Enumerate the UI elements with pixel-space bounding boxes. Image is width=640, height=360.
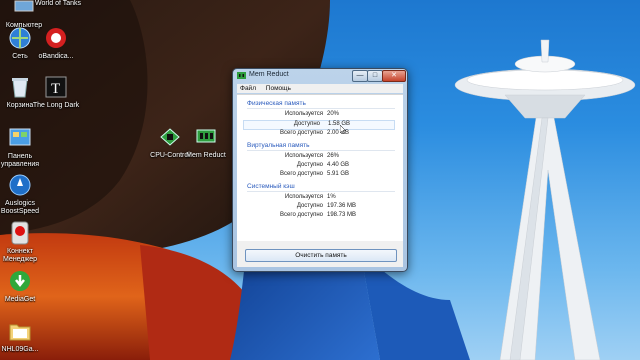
title-bar[interactable]: Mem Reduct — □ ✕ bbox=[233, 69, 407, 82]
row-label: Доступно bbox=[296, 162, 323, 168]
close-button[interactable]: ✕ bbox=[382, 70, 406, 82]
row-label: Используется bbox=[284, 194, 323, 200]
row-cache-total: Всего доступно 198.73 MB bbox=[237, 212, 403, 221]
mem-reduct-icon bbox=[193, 124, 219, 150]
row-label: Всего доступно bbox=[280, 130, 323, 136]
minimize-button[interactable]: — bbox=[352, 70, 368, 82]
row-value: 1% bbox=[327, 194, 336, 200]
app-icon bbox=[237, 72, 246, 79]
desktop-icon-label: World of Tanks bbox=[34, 0, 82, 7]
row-virtual-used: Используется 26% bbox=[237, 153, 403, 162]
row-label: Доступно bbox=[293, 121, 320, 127]
divider bbox=[247, 150, 395, 151]
folder-icon bbox=[7, 318, 33, 344]
auslogics-icon bbox=[7, 172, 33, 198]
desktop-icon-connect-manager[interactable]: Коннект Менеджер bbox=[0, 220, 42, 264]
row-value: 198.73 MB bbox=[327, 212, 357, 218]
control-panel-icon bbox=[7, 125, 33, 151]
clean-memory-button[interactable]: Очистить память bbox=[245, 249, 397, 262]
menu-bar: Файл Помощь bbox=[237, 84, 403, 93]
row-value: 197.36 MB bbox=[327, 203, 357, 209]
recycle-bin-icon bbox=[7, 74, 33, 100]
row-value: 1.58 GB bbox=[328, 121, 351, 127]
row-value: 20% bbox=[327, 111, 340, 117]
desktop-icon-mediaget[interactable]: MediaGet bbox=[0, 268, 42, 304]
mem-reduct-window[interactable]: Mem Reduct — □ ✕ Файл Помощь Физическая … bbox=[232, 68, 408, 272]
desktop-icon-nhl09[interactable]: NHL09Ga... bbox=[0, 318, 42, 354]
menu-file[interactable]: Файл bbox=[240, 85, 256, 92]
window-footer: Очистить память bbox=[237, 241, 403, 267]
desktop-icon-label: oBandica... bbox=[38, 53, 74, 60]
divider bbox=[247, 108, 395, 109]
window-title: Mem Reduct bbox=[249, 71, 289, 78]
section-title-physical: Физическая память bbox=[247, 100, 306, 107]
desktop-icon-label: Mem Reduct bbox=[186, 152, 226, 159]
desktop-icon-label: MediaGet bbox=[4, 296, 36, 303]
row-physical-available: Доступно 1.58 GB bbox=[243, 120, 395, 130]
divider bbox=[247, 191, 395, 192]
row-virtual-total: Всего доступно 5.91 GB bbox=[237, 171, 403, 180]
row-cache-available: Доступно 197.36 MB bbox=[237, 203, 403, 212]
cpu-control-icon bbox=[157, 124, 183, 150]
row-label: Доступно bbox=[296, 203, 323, 209]
row-label: Всего доступно bbox=[280, 171, 323, 177]
row-label: Используется bbox=[284, 153, 323, 159]
row-cache-used: Используется 1% bbox=[237, 194, 403, 203]
desktop-icon-label: NHL09Ga... bbox=[1, 346, 39, 353]
connect-manager-icon bbox=[7, 220, 33, 246]
row-value: 4.40 GB bbox=[327, 162, 350, 168]
desktop-icon-mem-reduct[interactable]: Mem Reduct bbox=[184, 124, 228, 160]
mediaget-icon bbox=[7, 268, 33, 294]
row-value: 5.91 GB bbox=[327, 171, 350, 177]
network-icon bbox=[7, 25, 33, 51]
row-value: 26% bbox=[327, 153, 340, 159]
mouse-cursor-icon bbox=[340, 125, 346, 134]
row-physical-total: Всего доступно 2.00 GB bbox=[237, 130, 403, 139]
desktop-icon-label: Панель управления bbox=[0, 153, 40, 168]
row-virtual-available: Доступно 4.40 GB bbox=[237, 162, 403, 171]
memory-info-panel: Физическая память Используется 20% Досту… bbox=[237, 94, 403, 241]
menu-help[interactable]: Помощь bbox=[266, 85, 291, 92]
maximize-button[interactable]: □ bbox=[367, 70, 383, 82]
section-title-virtual: Виртуальная память bbox=[247, 142, 310, 149]
desktop-icon-label: The Long Dark bbox=[32, 102, 80, 109]
row-label: Всего доступно bbox=[280, 212, 323, 218]
desktop-icon-auslogics[interactable]: Auslogics BoostSpeed bbox=[0, 172, 42, 216]
the-long-dark-icon: T bbox=[43, 74, 69, 100]
desktop-icon-bandicam[interactable]: oBandica... bbox=[34, 25, 78, 61]
svg-text:T: T bbox=[51, 81, 60, 97]
desktop-icon-world-of-tanks[interactable]: World of Tanks bbox=[35, 0, 81, 8]
section-title-cache: Системный кэш bbox=[247, 183, 295, 190]
desktop-icon-the-long-dark[interactable]: T The Long Dark bbox=[33, 74, 79, 110]
row-label: Используется bbox=[284, 111, 323, 117]
desktop-icon-label: Auslogics BoostSpeed bbox=[0, 200, 40, 215]
desktop-icon-label: Коннект Менеджер bbox=[3, 248, 37, 263]
bandicam-icon bbox=[43, 25, 69, 51]
desktop-icon-control-panel[interactable]: Панель управления bbox=[0, 125, 42, 169]
row-physical-used: Используется 20% bbox=[237, 111, 403, 120]
